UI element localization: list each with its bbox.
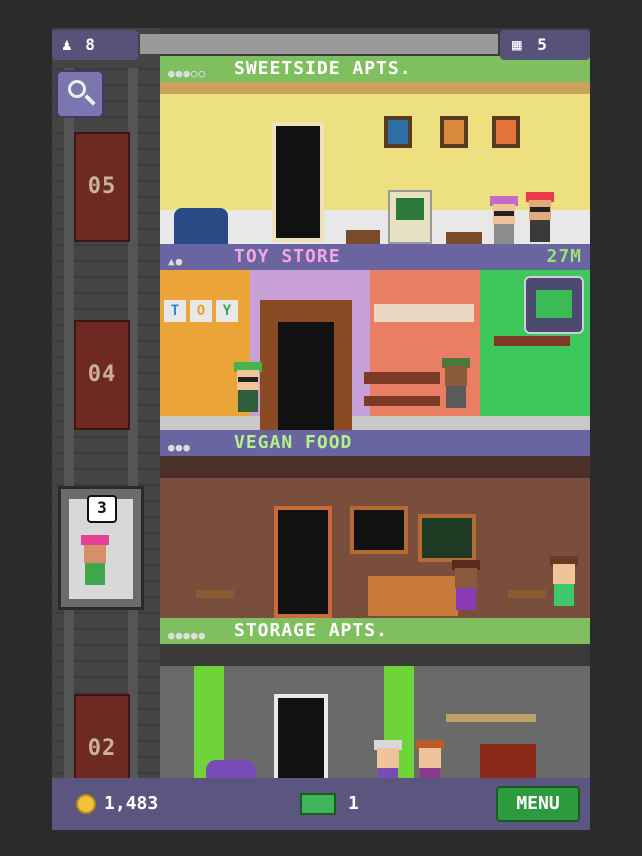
floor-tiles — [160, 416, 590, 430]
ceiling — [160, 456, 590, 478]
resident[interactable] — [526, 192, 556, 244]
counter — [368, 576, 458, 616]
bux-counter[interactable]: 1 — [300, 790, 359, 818]
coin-icon — [76, 794, 96, 814]
apartment-room — [160, 644, 590, 788]
elevator-car[interactable]: 3 — [58, 486, 144, 610]
menu-button[interactable]: MENU — [496, 786, 580, 822]
customer[interactable] — [234, 362, 264, 416]
toy-sign-block: O — [190, 300, 212, 322]
floor-storage-apts[interactable]: ●●●●● STORAGE APTS. — [160, 618, 590, 788]
floor-name: TOY STORE — [234, 246, 341, 267]
shaft-door-4: 04 — [74, 320, 130, 430]
plant-stand — [446, 232, 482, 244]
apartment-room — [160, 82, 590, 244]
roof — [140, 34, 498, 54]
floor-name: VEGAN FOOD — [234, 432, 353, 453]
bottom-hud: 1,483 1 MENU — [52, 778, 590, 830]
floor-toy-store[interactable]: ▲● TOY STORE 27M T O Y — [160, 244, 590, 430]
person-icon: ♟ — [62, 35, 72, 54]
floor-menu-button[interactable] — [524, 276, 584, 334]
toy-store-room: T O Y — [160, 270, 590, 430]
wall-trim — [160, 82, 590, 94]
menu-board — [350, 506, 408, 554]
store-worker[interactable] — [442, 358, 472, 416]
floor-banner: ●●●●● STORAGE APTS. — [160, 618, 590, 644]
coins-counter[interactable]: 1,483 — [76, 790, 158, 818]
picture-frame — [492, 116, 520, 148]
floor-banner: ●●● VEGAN FOOD — [160, 430, 590, 456]
floor-number: 02 — [87, 736, 117, 761]
elevator-shaft: 05 04 02 3 — [52, 28, 160, 804]
toy-sign: T O Y — [164, 300, 238, 322]
tower-floors: ●●●○○ SWEETSIDE APTS. ▲● TOY STORE 27M T… — [160, 28, 590, 788]
coins-amount: 1,483 — [104, 793, 159, 814]
cafe-table — [508, 590, 546, 598]
floor-name: STORAGE APTS. — [234, 620, 388, 641]
bux-icon — [300, 793, 336, 815]
bux-amount: 1 — [348, 793, 359, 814]
side-table — [346, 230, 380, 244]
cafe-table — [196, 590, 234, 598]
shaft-door-5: 05 — [74, 132, 130, 242]
floor-vegan-food[interactable]: ●●● VEGAN FOOD — [160, 430, 590, 618]
bookshelf — [446, 714, 536, 722]
residents-counter[interactable]: ♟ 8 — [52, 30, 138, 60]
menu-board — [418, 514, 476, 562]
customer[interactable] — [550, 556, 580, 614]
top-hud: ♟ 8 ▦ 5 — [52, 28, 590, 60]
armchair — [174, 208, 228, 244]
toy-shelf — [364, 396, 440, 406]
picture-frame — [440, 116, 468, 148]
customer[interactable] — [452, 560, 482, 616]
toy-shelf — [364, 372, 440, 384]
picture-frame — [384, 116, 412, 148]
toy-shelf — [374, 304, 474, 322]
door — [274, 506, 332, 618]
floor-sweetside-apts[interactable]: ●●●○○ SWEETSIDE APTS. — [160, 56, 590, 244]
floors-count: 5 — [537, 35, 547, 54]
toy-shelf — [494, 336, 570, 346]
door — [274, 694, 328, 788]
shaft-rail — [64, 68, 74, 788]
toy-sign-block: T — [164, 300, 186, 322]
floor-banner: ▲● TOY STORE 27M — [160, 244, 590, 270]
toy-sign-block: Y — [216, 300, 238, 322]
door — [272, 122, 324, 242]
game-frame: 05 04 02 3 ●●●○○ SWEETSIDE APTS. ▲● TOY … — [52, 28, 590, 830]
floor-number: 05 — [87, 174, 117, 199]
resident[interactable] — [490, 196, 520, 244]
floor-name: SWEETSIDE APTS. — [234, 58, 412, 79]
building-icon: ▦ — [512, 35, 522, 54]
floors-counter[interactable]: ▦ 5 — [500, 30, 590, 60]
residents-count: 8 — [85, 35, 95, 54]
floor-number: 04 — [87, 362, 117, 387]
ceiling — [160, 644, 590, 666]
elevator-floor-bubble: 3 — [87, 495, 117, 523]
magnifier-icon[interactable] — [56, 70, 104, 118]
restock-timer: 27M — [546, 246, 582, 267]
elevator-rider[interactable] — [81, 535, 111, 591]
arcade-cabinet — [388, 190, 432, 244]
restaurant-room — [160, 456, 590, 618]
store-door-frame — [260, 300, 352, 430]
